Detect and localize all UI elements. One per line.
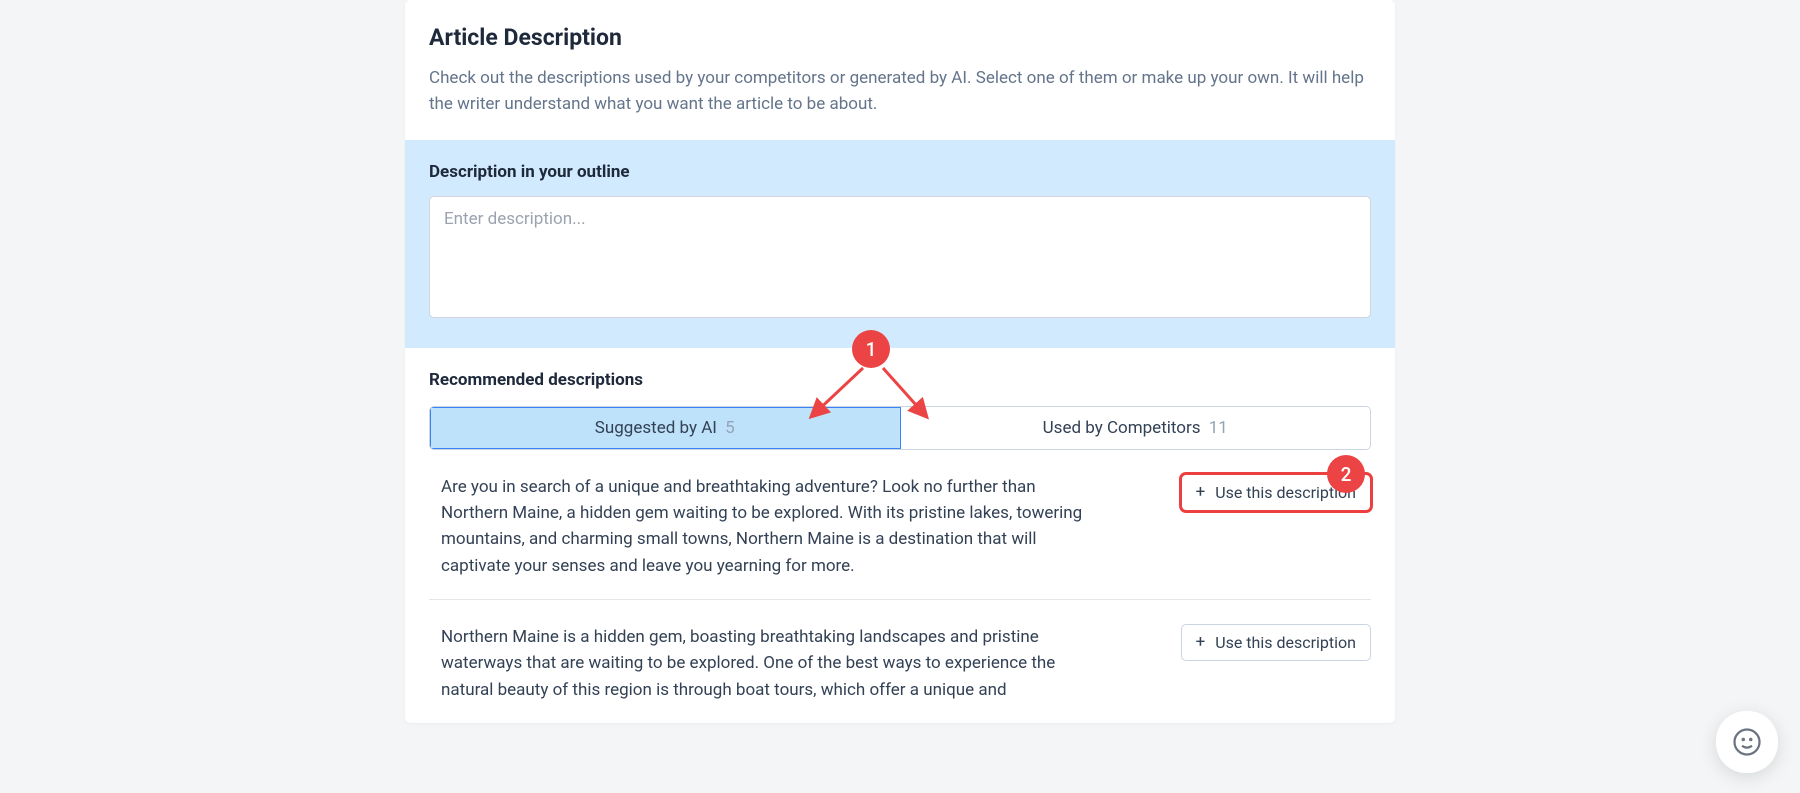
card-header: Article Description Check out the descri… [405,0,1395,140]
use-this-description-button[interactable]: + Use this description [1181,624,1371,661]
recommended-section: Recommended descriptions Suggested by AI… [405,348,1395,723]
suggestion-row: Are you in search of a unique and breath… [429,450,1371,600]
tab-count: 11 [1209,418,1228,438]
page-title: Article Description [429,24,1371,51]
annotation-badge-2: 2 [1327,455,1365,493]
tab-suggested-by-ai[interactable]: Suggested by AI 5 [430,407,901,449]
suggestion-text: Northern Maine is a hidden gem, boasting… [441,624,1101,703]
plus-icon: + [1196,484,1206,501]
page-subtitle: Check out the descriptions used by your … [429,65,1371,118]
tab-count: 5 [725,418,735,438]
recommended-title: Recommended descriptions [429,370,1371,390]
badge-text: 2 [1341,463,1352,486]
description-input[interactable] [429,196,1371,318]
smiley-icon [1732,727,1762,757]
tabs: Suggested by AI 5 Used by Competitors 11 [429,406,1371,450]
suggestion-text: Are you in search of a unique and breath… [441,474,1101,579]
annotation-badge-1: 1 [852,330,890,368]
article-description-card: Article Description Check out the descri… [405,0,1395,723]
badge-text: 1 [866,338,877,361]
outline-section: Description in your outline [405,140,1395,348]
tab-label: Used by Competitors [1043,418,1201,438]
tab-label: Suggested by AI [595,418,717,438]
plus-icon: + [1196,634,1206,651]
suggestion-row: Northern Maine is a hidden gem, boasting… [429,600,1371,723]
use-button-label: Use this description [1215,633,1356,652]
tab-used-by-competitors[interactable]: Used by Competitors 11 [901,407,1371,449]
feedback-widget-button[interactable] [1716,711,1778,773]
outline-label: Description in your outline [429,162,1371,182]
